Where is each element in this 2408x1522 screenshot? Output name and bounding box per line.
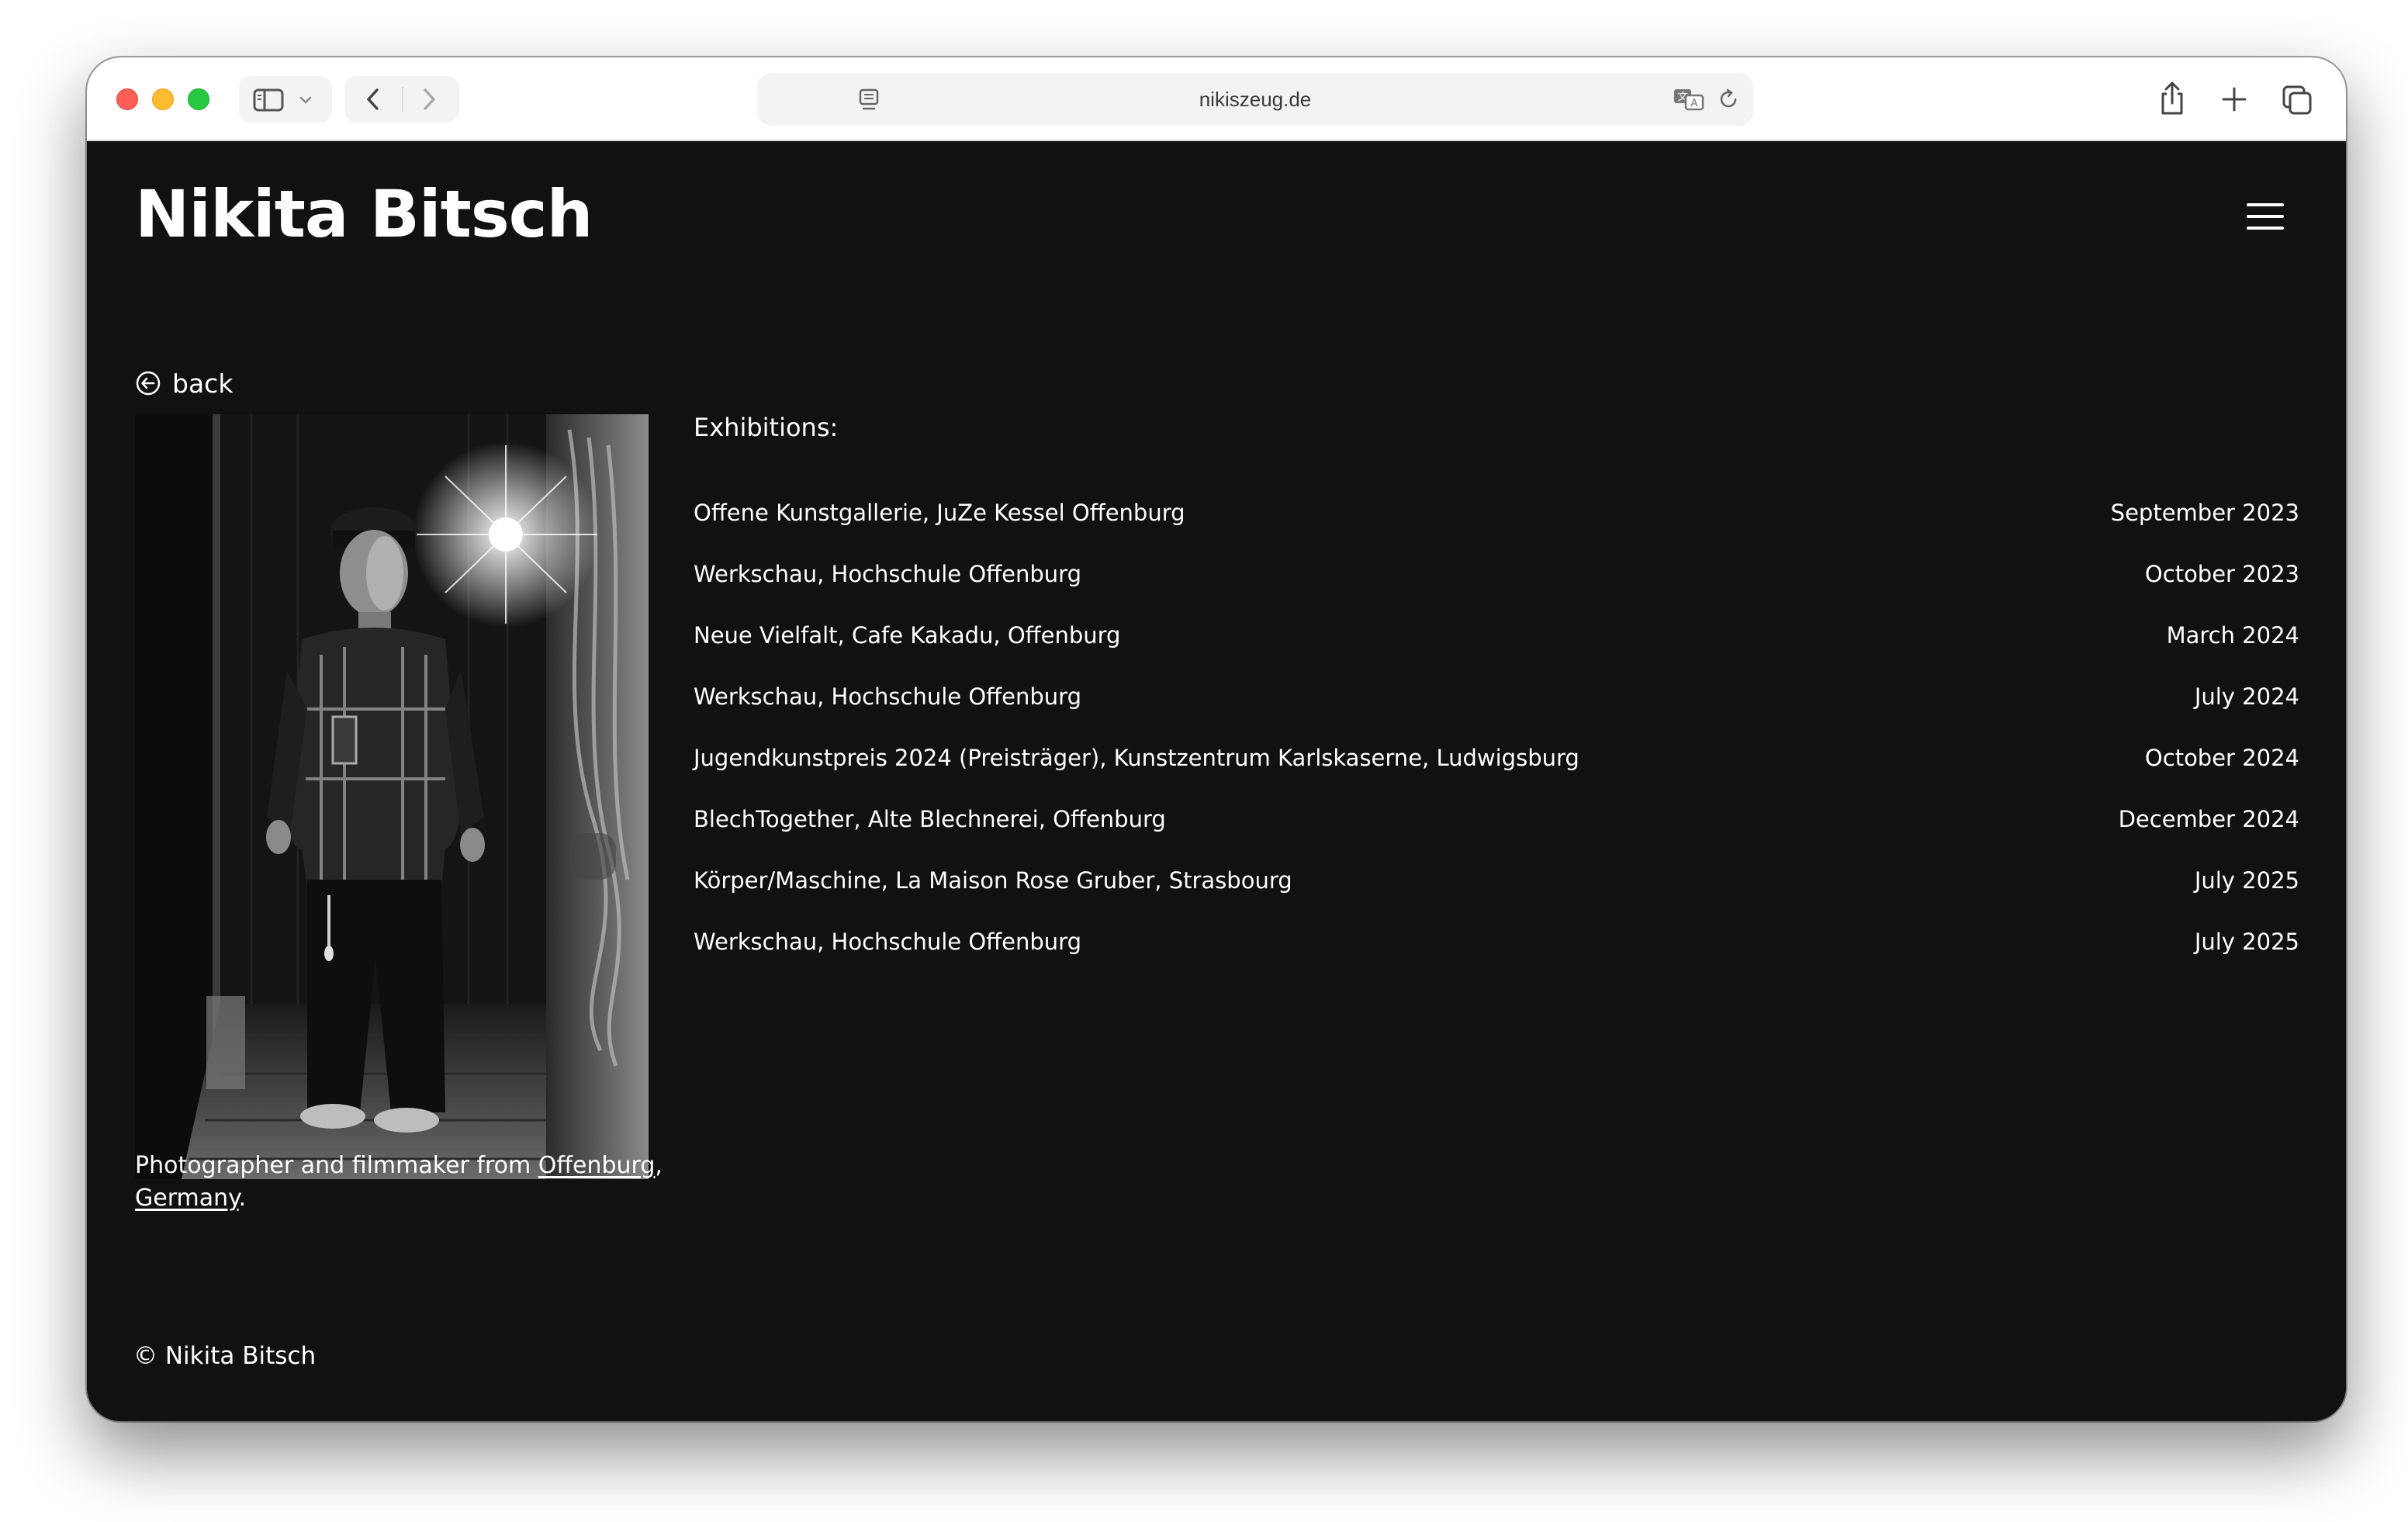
share-icon[interactable] (2158, 81, 2186, 116)
exhibition-row: Werkschau, Hochschule Offenburg July 202… (694, 911, 2299, 973)
exhibition-row: Neue Vielfalt, Cafe Kakadu, Offenburg Ma… (694, 605, 2299, 666)
close-window-button[interactable] (116, 88, 138, 110)
offenburg-link[interactable]: Offenburg (538, 1152, 656, 1179)
bio-separator: , (655, 1152, 663, 1179)
back-arrow-icon[interactable] (363, 87, 383, 112)
exhibition-date: March 2024 (2166, 622, 2299, 649)
translate-icon[interactable]: 文 A (1673, 87, 1705, 112)
portrait-illustration (135, 414, 649, 1179)
exhibition-name: BlechTogether, Alte Blechnerei, Offenbur… (694, 806, 1166, 832)
reload-icon[interactable] (1716, 87, 1741, 112)
footer-copyright: © Nikita Bitsch (133, 1342, 317, 1370)
exhibition-date: July 2024 (2194, 683, 2299, 710)
exhibition-row: Körper/Maschine, La Maison Rose Gruber, … (694, 850, 2299, 911)
exhibition-name: Werkschau, Hochschule Offenburg (694, 929, 1081, 955)
menu-line (2247, 227, 2284, 230)
portrait-photo (135, 414, 649, 1179)
chevron-down-icon (299, 96, 312, 104)
exhibition-name: Neue Vielfalt, Cafe Kakadu, Offenburg (694, 622, 1121, 649)
svg-text:A: A (1691, 98, 1698, 109)
maximize-window-button[interactable] (188, 88, 209, 110)
exhibition-row: Jugendkunstpreis 2024 (Preisträger), Kun… (694, 728, 2299, 789)
address-bar[interactable]: nikiszeug.de 文 A (757, 73, 1753, 126)
site-title[interactable]: Nikita Bitsch (135, 175, 593, 254)
exhibitions-heading: Exhibitions: (694, 413, 839, 442)
sidebar-icon (253, 88, 284, 112)
back-label: back (172, 368, 234, 399)
bio-suffix: . (238, 1185, 247, 1212)
exhibition-row: Offene Kunstgallerie, JuZe Kessel Offenb… (694, 483, 2299, 544)
page-content: Nikita Bitsch back Photographer and film… (87, 141, 2346, 1421)
exhibition-name: Werkschau, Hochschule Offenburg (694, 683, 1081, 710)
forward-arrow-icon[interactable] (419, 87, 439, 112)
plus-icon[interactable] (2220, 85, 2248, 113)
exhibition-name: Körper/Maschine, La Maison Rose Gruber, … (694, 867, 1292, 894)
exhibition-date: December 2024 (2118, 806, 2299, 832)
germany-link[interactable]: Germany (135, 1185, 239, 1212)
exhibition-row: Werkschau, Hochschule Offenburg July 202… (694, 666, 2299, 728)
circle-arrow-left-icon (136, 371, 161, 396)
bio-prefix: Photographer and filmmaker from (135, 1152, 538, 1179)
history-navigation (344, 76, 459, 123)
exhibition-name: Werkschau, Hochschule Offenburg (694, 561, 1081, 587)
hamburger-menu-icon[interactable] (2247, 203, 2287, 234)
exhibition-date: July 2025 (2194, 867, 2299, 894)
exhibition-row: Werkschau, Hochschule Offenburg October … (694, 544, 2299, 605)
tabs-icon[interactable] (2281, 84, 2313, 116)
exhibition-date: October 2023 (2144, 561, 2299, 587)
url-text: nikiszeug.de (1199, 88, 1312, 111)
exhibitions-list: Offene Kunstgallerie, JuZe Kessel Offenb… (694, 483, 2299, 973)
exhibition-date: October 2024 (2144, 745, 2299, 771)
browser-toolbar: nikiszeug.de 文 A (87, 57, 2346, 141)
exhibition-date: July 2025 (2194, 929, 2299, 955)
menu-line (2247, 215, 2284, 218)
bio-text: Photographer and filmmaker from Offenbur… (135, 1150, 663, 1215)
browser-window: nikiszeug.de 文 A Nikita Bitsch back Phot… (87, 57, 2346, 1421)
exhibition-name: Offene Kunstgallerie, JuZe Kessel Offenb… (694, 500, 1185, 526)
exhibition-name: Jugendkunstpreis 2024 (Preisträger), Kun… (694, 745, 1579, 771)
exhibition-date: September 2023 (2110, 500, 2299, 526)
nav-divider (402, 87, 403, 112)
sidebar-toggle-button[interactable] (239, 76, 332, 123)
menu-line (2247, 203, 2284, 206)
back-link[interactable]: back (135, 368, 233, 399)
minimize-window-button[interactable] (152, 88, 174, 110)
exhibition-row: BlechTogether, Alte Blechnerei, Offenbur… (694, 789, 2299, 850)
